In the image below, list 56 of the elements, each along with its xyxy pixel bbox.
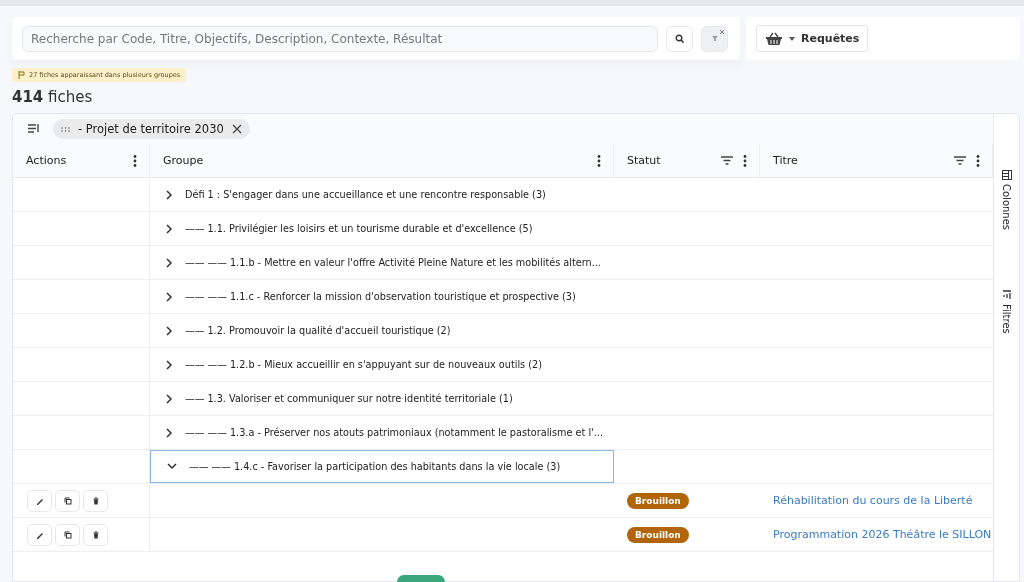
search-button[interactable]: [666, 25, 693, 52]
group-row[interactable]: —— —— 1.2.b - Mieux accueillir en s'appuyant sur de nouveaux outils (2): [150, 348, 614, 381]
filter-icon[interactable]: [721, 156, 733, 165]
status-badge: Brouillon: [627, 492, 689, 509]
group-row[interactable]: —— —— 1.4.c - Favoriser la participation des habitants dans la vie locale (3): [150, 450, 614, 483]
group-row[interactable]: —— —— 1.3.a - Préserver nos atouts patrimoniaux (notamment le pastoralisme et l'...: [150, 416, 614, 449]
chevron-right-icon[interactable]: [166, 325, 173, 336]
title-link[interactable]: Réhabilitation du cours de la Liberté: [773, 494, 973, 507]
search-field[interactable]: Recherche par Code, Titre, Objectifs, Description, Contexte, Résultat: [22, 25, 658, 52]
chevron-right-icon[interactable]: [166, 393, 173, 404]
edit-button[interactable]: [27, 489, 52, 512]
copy-icon: [62, 495, 73, 506]
column-header[interactable]: Groupe: [163, 154, 204, 167]
edit-button[interactable]: [27, 523, 52, 546]
group-by-icon[interactable]: [27, 123, 41, 135]
close-icon[interactable]: [231, 124, 242, 134]
side-tab[interactable]: Filtres: [1001, 290, 1012, 334]
group-row[interactable]: Défi 1 : S'engager dans une accueillance et une rencontre responsable (3): [150, 178, 614, 211]
chevron-right-icon[interactable]: [166, 257, 173, 268]
column-menu-icon[interactable]: [597, 154, 601, 167]
side-tab[interactable]: Colonnes: [1001, 170, 1012, 231]
caret-icon: [789, 36, 795, 41]
column-header[interactable]: Statut: [627, 154, 661, 167]
column-menu-icon[interactable]: [743, 154, 747, 167]
chevron-right-icon[interactable]: [166, 189, 173, 200]
chevron-right-icon[interactable]: [166, 223, 173, 234]
chevron-right-icon[interactable]: [166, 359, 173, 370]
filter-icon: [711, 36, 718, 41]
chevron-right-icon[interactable]: [166, 427, 173, 438]
delete-button[interactable]: [83, 523, 108, 546]
group-row[interactable]: —— —— 1.1.c - Renforcer la mission d'observation touristique et prospective (3): [150, 280, 614, 313]
chevron-right-icon[interactable]: [166, 291, 173, 302]
column-menu-icon[interactable]: [976, 154, 980, 167]
column-menu-icon[interactable]: [133, 154, 137, 167]
column-header[interactable]: Actions: [26, 154, 67, 167]
close-icon: [720, 29, 724, 34]
status-badge: Brouillon: [627, 526, 689, 543]
group-row[interactable]: —— 1.3. Valoriser et communiquer sur notre identité territoriale (1): [150, 382, 614, 415]
grouping-chip[interactable]: - Projet de territoire 2030: [53, 119, 250, 139]
search-icon: [674, 33, 685, 44]
title-link[interactable]: Programmation 2026 Théâtre le SILLON: [773, 528, 992, 541]
floating-button[interactable]: [397, 575, 445, 582]
requests-button[interactable]: Requêtes: [756, 25, 869, 52]
record-count: 414 fiches: [12, 88, 93, 106]
chevron-down-icon[interactable]: [167, 463, 177, 470]
filter-icon: [1001, 290, 1012, 301]
column-header[interactable]: Titre: [773, 154, 798, 167]
group-row[interactable]: —— —— 1.1.b - Mettre en valeur l'offre Activité Pleine Nature et les mobilités altern...: [150, 246, 614, 279]
delete-button[interactable]: [83, 489, 108, 512]
group-row[interactable]: —— 1.1. Privilégier les loisirs et un tourisme durable et d'excellence (5): [150, 212, 614, 245]
basket-icon: [765, 31, 783, 46]
drag-handle-icon[interactable]: [61, 126, 70, 132]
filter-icon[interactable]: [954, 156, 966, 165]
copy-icon: [62, 529, 73, 540]
group-row[interactable]: —— 1.2. Promouvoir la qualité d'accueil touristique (2): [150, 314, 614, 347]
columns-icon: [1001, 170, 1012, 180]
